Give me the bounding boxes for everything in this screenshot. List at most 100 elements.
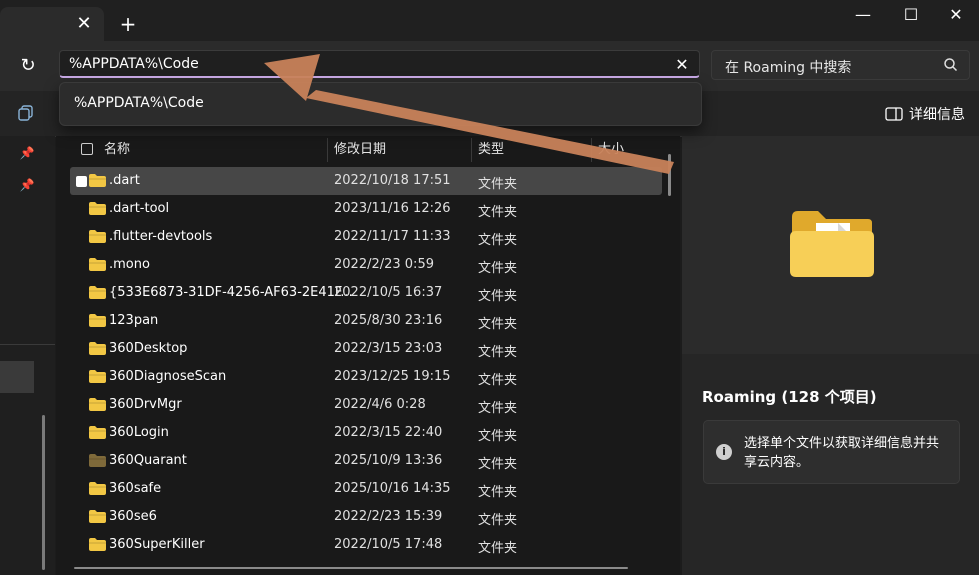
file-date: 2022/10/5 16:37 bbox=[334, 285, 443, 300]
clear-address-icon[interactable]: ✕ bbox=[670, 53, 694, 77]
new-tab-icon[interactable]: + bbox=[114, 11, 142, 37]
info-icon: i bbox=[716, 444, 732, 460]
sidebar-divider bbox=[0, 344, 55, 345]
preview-area bbox=[682, 136, 979, 354]
file-name: .dart bbox=[109, 173, 140, 188]
folder-icon bbox=[89, 230, 106, 243]
file-date: 2023/12/25 19:15 bbox=[334, 369, 451, 384]
file-date: 2025/10/16 14:35 bbox=[334, 481, 451, 496]
refresh-icon[interactable]: ↻ bbox=[14, 53, 42, 79]
suggestion-item[interactable]: %APPDATA%\Code bbox=[74, 95, 204, 111]
file-date: 2022/10/18 17:51 bbox=[334, 173, 451, 188]
address-input[interactable] bbox=[59, 50, 700, 78]
file-row[interactable]: .dart 2022/10/18 17:51 文件夹 bbox=[70, 167, 662, 195]
file-name: {533E6873-31DF-4256-AF63-2E41F... bbox=[109, 285, 353, 300]
file-type: 文件夹 bbox=[478, 205, 518, 220]
folder-icon bbox=[89, 258, 106, 271]
folder-icon bbox=[89, 202, 106, 215]
file-row[interactable]: 360Desktop 2022/3/15 23:03 文件夹 bbox=[70, 335, 662, 363]
file-type: 文件夹 bbox=[478, 541, 518, 556]
file-date: 2022/11/17 11:33 bbox=[334, 229, 451, 244]
folder-preview-icon bbox=[790, 211, 874, 277]
file-name: .dart-tool bbox=[109, 201, 170, 216]
column-divider[interactable] bbox=[471, 138, 472, 162]
info-text: 选择单个文件以获取详细信息并共享云内容。 bbox=[744, 436, 940, 470]
file-row[interactable]: .flutter-devtools 2022/11/17 11:33 文件夹 bbox=[70, 223, 662, 251]
file-row[interactable]: .dart-tool 2023/11/16 12:26 文件夹 bbox=[70, 195, 662, 223]
folder-icon bbox=[89, 286, 106, 299]
search-box[interactable]: 在 Roaming 中搜索 bbox=[711, 50, 970, 80]
file-type: 文件夹 bbox=[478, 177, 518, 192]
details-pane: Roaming (128 个项目) i 选择单个文件以获取详细信息并共享云内容。 bbox=[682, 136, 979, 575]
file-list-vertical-scrollbar[interactable] bbox=[668, 154, 671, 196]
file-row[interactable]: {533E6873-31DF-4256-AF63-2E41F... 2022/10… bbox=[70, 279, 662, 307]
file-type: 文件夹 bbox=[478, 429, 518, 444]
file-row[interactable]: 360safe 2025/10/16 14:35 文件夹 bbox=[70, 475, 662, 503]
file-row[interactable]: 360Login 2022/3/15 22:40 文件夹 bbox=[70, 419, 662, 447]
file-name: 360Quarant bbox=[109, 453, 187, 468]
file-name: 360Desktop bbox=[109, 341, 188, 356]
search-icon[interactable] bbox=[942, 56, 960, 74]
file-name: 360DrvMgr bbox=[109, 397, 182, 412]
file-row[interactable]: 360se6 2022/2/23 15:39 文件夹 bbox=[70, 503, 662, 531]
file-name: 360se6 bbox=[109, 509, 157, 524]
file-row[interactable]: .mono 2022/2/23 0:59 文件夹 bbox=[70, 251, 662, 279]
file-type: 文件夹 bbox=[478, 401, 518, 416]
file-type: 文件夹 bbox=[478, 261, 518, 276]
sidebar-item-selected[interactable] bbox=[0, 361, 34, 393]
file-name: .flutter-devtools bbox=[109, 229, 213, 244]
file-date: 2022/3/15 22:40 bbox=[334, 425, 443, 440]
details-button[interactable]: 详细信息 bbox=[885, 103, 965, 125]
column-header-date[interactable]: 修改日期 bbox=[334, 136, 386, 163]
sort-ascending-icon: ⌃ bbox=[200, 136, 209, 142]
maximize-icon[interactable]: ☐ bbox=[888, 0, 934, 30]
file-date: 2022/10/5 17:48 bbox=[334, 537, 443, 552]
folder-icon bbox=[89, 174, 106, 187]
tab-close-icon[interactable]: ✕ bbox=[70, 11, 98, 37]
search-placeholder: 在 Roaming 中搜索 bbox=[725, 60, 852, 76]
folder-icon bbox=[89, 398, 106, 411]
folder-icon bbox=[89, 482, 106, 495]
file-row[interactable]: 360DrvMgr 2022/4/6 0:28 文件夹 bbox=[70, 391, 662, 419]
folder-icon bbox=[89, 342, 106, 355]
file-row[interactable]: 123pan 2025/8/30 23:16 文件夹 bbox=[70, 307, 662, 335]
folder-icon bbox=[89, 370, 106, 383]
file-date: 2025/8/30 23:16 bbox=[334, 313, 443, 328]
file-list-horizontal-scrollbar[interactable] bbox=[74, 567, 628, 569]
file-row[interactable]: 360SuperKiller 2022/10/5 17:48 文件夹 bbox=[70, 531, 662, 559]
file-name: 123pan bbox=[109, 313, 159, 328]
folder-icon bbox=[89, 510, 106, 523]
sidebar-scrollbar[interactable] bbox=[42, 415, 45, 570]
file-row[interactable]: 360Quarant 2025/10/9 13:36 文件夹 bbox=[70, 447, 662, 475]
file-date: 2022/4/6 0:28 bbox=[334, 397, 426, 412]
details-pane-icon bbox=[885, 107, 903, 121]
folder-icon bbox=[89, 314, 106, 327]
file-row[interactable]: 360DiagnoseScan 2023/12/25 19:15 文件夹 bbox=[70, 363, 662, 391]
title-bar: ✕ + — ☐ ✕ bbox=[0, 0, 979, 41]
window-close-icon[interactable]: ✕ bbox=[933, 0, 979, 30]
pin-icon[interactable]: 📌 bbox=[19, 177, 35, 193]
column-header-type[interactable]: 类型 bbox=[478, 136, 504, 163]
column-header-size[interactable]: 大小 bbox=[598, 136, 624, 163]
file-type: 文件夹 bbox=[478, 457, 518, 472]
file-date: 2022/2/23 15:39 bbox=[334, 509, 443, 524]
folder-icon bbox=[89, 426, 106, 439]
file-name: 360SuperKiller bbox=[109, 537, 205, 552]
column-divider[interactable] bbox=[591, 138, 592, 162]
column-header-name[interactable]: 名称 bbox=[104, 136, 130, 163]
pin-icon[interactable]: 📌 bbox=[19, 145, 35, 161]
copy-icon[interactable] bbox=[17, 104, 35, 122]
file-name: .mono bbox=[109, 257, 150, 272]
file-date: 2025/10/9 13:36 bbox=[334, 453, 443, 468]
address-suggestion-dropdown: %APPDATA%\Code bbox=[59, 82, 702, 126]
minimize-icon[interactable]: — bbox=[840, 0, 886, 30]
column-divider[interactable] bbox=[327, 138, 328, 162]
file-name: 360safe bbox=[109, 481, 162, 496]
file-list: ⌃ 名称 修改日期 类型 大小 .dart 2022/10/18 17:51 文件夹… bbox=[56, 136, 680, 575]
active-tab[interactable]: ✕ bbox=[0, 7, 104, 41]
select-all-checkbox[interactable] bbox=[81, 143, 93, 155]
file-type: 文件夹 bbox=[478, 373, 518, 388]
file-date: 2022/2/23 0:59 bbox=[334, 257, 434, 272]
row-checkbox[interactable] bbox=[76, 176, 87, 187]
navigation-pane: 📌 📌 bbox=[0, 136, 55, 575]
